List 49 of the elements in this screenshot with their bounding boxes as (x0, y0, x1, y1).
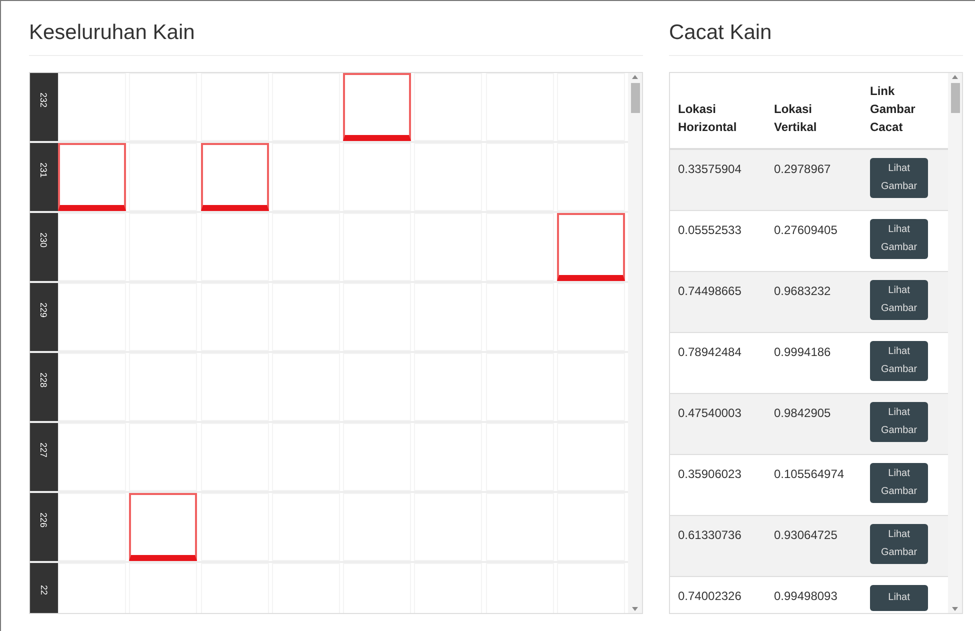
column-header: Link Gambar Cacat (870, 82, 916, 136)
section-title: Cacat Kain (669, 17, 963, 56)
scrollbar-thumb[interactable] (630, 82, 640, 112)
table-cell-text: 0.35906023 (678, 466, 742, 482)
column-header: Lokasi Horizontal (678, 100, 738, 136)
scroll-up-icon[interactable] (632, 74, 638, 78)
view-image-button[interactable]: Lihat (870, 584, 928, 610)
table-cell-text: 0.74498665 (678, 282, 742, 300)
scrollbar[interactable] (628, 72, 642, 612)
table-cell-text: 0.74002326 (678, 588, 742, 604)
table-cell-text: 0.05552533 (678, 222, 742, 238)
view-image-button[interactable]: Lihat Gambar (870, 280, 928, 320)
scrollbar-thumb[interactable] (950, 82, 960, 112)
row-label: 227 (30, 422, 58, 490)
table-cell-text: 0.33575904 (678, 160, 742, 178)
defect-marker[interactable] (129, 492, 198, 560)
scroll-down-icon[interactable] (952, 606, 958, 610)
row-label: 228 (30, 352, 58, 420)
view-image-button[interactable]: Lihat Gambar (870, 340, 928, 380)
table-cell-text: 0.27609405 (774, 222, 838, 238)
scroll-down-icon[interactable] (632, 606, 638, 610)
table-cell-text: 0.2978967 (774, 160, 832, 178)
section-title: Keseluruhan Kain (29, 17, 643, 56)
table-cell-text: 0.78942484 (678, 344, 742, 360)
row-label: 229 (30, 282, 58, 350)
scroll-up-icon[interactable] (952, 74, 958, 78)
view-image-button[interactable]: Lihat Gambar (870, 158, 928, 198)
view-image-button[interactable]: Lihat Gambar (870, 218, 928, 258)
table-cell-text: 0.99498093 (774, 588, 838, 604)
defect-marker[interactable] (58, 142, 126, 210)
scrollbar[interactable] (948, 72, 962, 612)
row-label: 230 (30, 212, 58, 280)
table-cell-text: 0.105564974 (774, 466, 846, 482)
defect-marker[interactable] (343, 72, 411, 140)
table-cell-text: 0.9994186 (774, 344, 832, 360)
view-image-button[interactable]: Lihat Gambar (870, 402, 928, 442)
table-cell-text: 0.93064725 (774, 526, 838, 544)
table-cell-text: 0.47540003 (678, 404, 742, 422)
column-header: Lokasi Vertikal (774, 100, 818, 136)
row-label: 231 (30, 142, 58, 210)
table-cell-text: 0.61330736 (678, 526, 742, 544)
row-label: 22 (30, 562, 58, 612)
row-label: 232 (30, 72, 58, 140)
table-cell-text: 0.9842905 (774, 404, 832, 422)
row-label: 226 (30, 492, 58, 560)
defect-marker[interactable] (200, 142, 268, 210)
view-image-button[interactable]: Lihat Gambar (870, 462, 928, 502)
view-image-button[interactable]: Lihat Gambar (870, 524, 928, 564)
table-cell-text: 0.9683232 (774, 282, 832, 300)
